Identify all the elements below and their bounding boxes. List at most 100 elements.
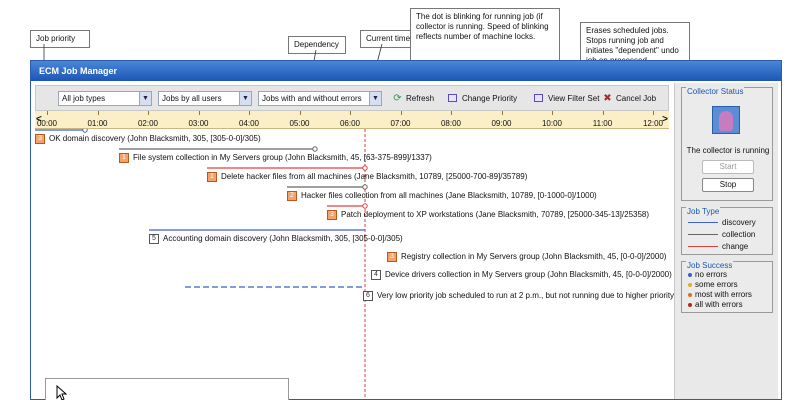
job-row[interactable]: 6 Very low priority job scheduled to run … (363, 290, 691, 301)
job-manager-window: ECM Job Manager All job types ▼ Jobs by … (30, 60, 782, 400)
legend-change: change (688, 242, 748, 252)
job-label: Registry collection in My Servers group … (401, 252, 667, 261)
legend-some-errors-label: some errors (695, 280, 738, 289)
job-row[interactable]: 1 File system collection in My Servers gr… (119, 152, 432, 163)
job-row[interactable]: 4 Device drivers collection in My Servers… (371, 269, 672, 280)
job-type-filter[interactable]: All job types ▼ (58, 91, 152, 106)
job-priority-badge: 1 (119, 152, 129, 163)
legend-discovery: discovery (688, 218, 756, 228)
job-user-filter-value: Jobs by all users (162, 94, 222, 103)
job-row[interactable]: 5 Accounting domain discovery (John Black… (149, 233, 403, 244)
refresh-label: Refresh (406, 94, 435, 103)
tick-mark (47, 111, 48, 115)
legend-collection: collection (688, 230, 755, 240)
refresh-button[interactable]: ⟳ Refresh (392, 91, 434, 106)
legend-change-line (688, 246, 718, 248)
tick-label: 09:00 (491, 119, 512, 128)
job-priority-badge: 4 (371, 269, 381, 280)
filter-icon (534, 94, 543, 102)
tick-mark (148, 111, 149, 115)
tick-label: 08:00 (440, 119, 462, 128)
running-dot-icon (312, 146, 318, 152)
tick-label: 12:00 (642, 119, 664, 128)
tick-mark (602, 111, 604, 115)
legend-some-errors: some errors (688, 280, 738, 290)
tick-label: 00:00 (36, 119, 58, 128)
job-success-title: Job Success (686, 261, 734, 270)
side-panel: Collector Status The collector is runnin… (674, 83, 778, 399)
timeline-ruler[interactable]: < > 00:00 01:00 02:00 03:00 04:00 05:00 06:00 0… (35, 111, 669, 129)
legend-all-errors-label: all with errors (695, 300, 743, 309)
job-priority-badge: 3 (35, 133, 45, 144)
chevron-down-icon: ▼ (369, 92, 381, 105)
toolbar: All job types ▼ Jobs by all users ▼ Jobs… (35, 85, 669, 111)
job-label: Delete hacker files from all machines (J… (221, 172, 528, 181)
tooltip-box (45, 378, 289, 400)
view-filter-set-button[interactable]: View Filter Set (534, 91, 599, 106)
cancel-job-label: Cancel Job (616, 94, 657, 103)
job-row[interactable]: 1 Delete hacker files from all machines (… (207, 171, 527, 182)
job-timeline: 3 OK domain discovery (John Blacksmith, 3… (35, 129, 691, 399)
mouse-cursor-icon (56, 385, 68, 400)
tick-mark (249, 111, 250, 115)
job-row[interactable]: 2 Hacker files collection from all machin… (287, 190, 597, 201)
change-priority-button[interactable]: Change Priority (448, 91, 517, 106)
collector-status-title: Collector Status (686, 87, 745, 96)
running-dot-icon (82, 129, 88, 133)
job-label: Accounting domain discovery (John Blacks… (163, 234, 403, 243)
cancel-job-button[interactable]: ✖ Cancel Job (602, 91, 656, 106)
job-user-filter[interactable]: Jobs by all users ▼ (158, 91, 252, 106)
running-dot-icon (362, 184, 368, 190)
job-errors-filter-value: Jobs with and without errors (262, 94, 362, 103)
refresh-icon: ⟳ (393, 93, 402, 104)
job-row[interactable]: 3 Registry collection in My Servers group… (387, 251, 666, 262)
view-filter-set-label: View Filter Set (548, 94, 600, 103)
callout-current-time: Current time (360, 30, 416, 48)
legend-no-errors: no errors (688, 270, 727, 280)
scroll-right-icon[interactable]: > (662, 114, 668, 125)
cancel-icon: ✖ (603, 93, 612, 104)
job-row[interactable]: 3 OK domain discovery (John Blacksmith, 3… (35, 133, 261, 144)
stop-button[interactable]: Stop (702, 178, 754, 192)
tick-mark (653, 111, 654, 115)
job-priority-badge: 1 (207, 171, 217, 182)
tick-mark (198, 111, 200, 115)
tick-label: 04:00 (238, 119, 260, 128)
priority-icon (448, 94, 457, 102)
legend-all-errors-dot (688, 302, 692, 307)
tick-mark (97, 111, 99, 115)
tick-mark (299, 111, 301, 115)
running-dot-icon (362, 203, 368, 209)
chevron-down-icon: ▼ (239, 92, 251, 105)
tick-label: 03:00 (188, 119, 209, 128)
legend-collection-line (688, 234, 718, 236)
tick-label: 01:00 (87, 119, 108, 128)
job-priority-badge: 3 (327, 209, 337, 220)
tick-label: 02:00 (137, 119, 159, 128)
legend-all-errors: all with errors (688, 300, 743, 310)
job-success-legend: Job Success no errors some errors most w… (681, 261, 773, 313)
start-button[interactable]: Start (702, 160, 754, 174)
callout-job-priority: Job priority (30, 30, 90, 48)
job-priority-badge: 3 (387, 251, 397, 262)
timeline-lines (35, 129, 368, 399)
job-priority-badge: 2 (287, 190, 297, 201)
job-row[interactable]: 3 Patch deployment to XP workstations (Ja… (327, 209, 649, 220)
change-priority-label: Change Priority (462, 94, 518, 103)
job-errors-filter[interactable]: Jobs with and without errors ▼ (258, 91, 382, 106)
legend-some-errors-dot (688, 282, 692, 287)
legend-most-errors-dot (688, 292, 692, 297)
legend-change-label: change (722, 242, 749, 251)
job-label: Hacker files collection from all machine… (301, 191, 597, 200)
collector-status-panel: Collector Status The collector is runnin… (681, 87, 773, 201)
job-type-title: Job Type (686, 207, 721, 216)
chevron-down-icon: ▼ (139, 92, 151, 105)
running-dot-icon (362, 165, 368, 171)
tick-label: 06:00 (339, 119, 361, 128)
job-priority-badge: 6 (363, 290, 373, 301)
legend-no-errors-label: no errors (695, 270, 728, 279)
collector-status-text: The collector is running (686, 146, 770, 155)
legend-no-errors-dot (688, 272, 692, 277)
callout-running-dot: The dot is blinking for running job (if … (410, 8, 560, 62)
tick-mark (400, 111, 402, 115)
